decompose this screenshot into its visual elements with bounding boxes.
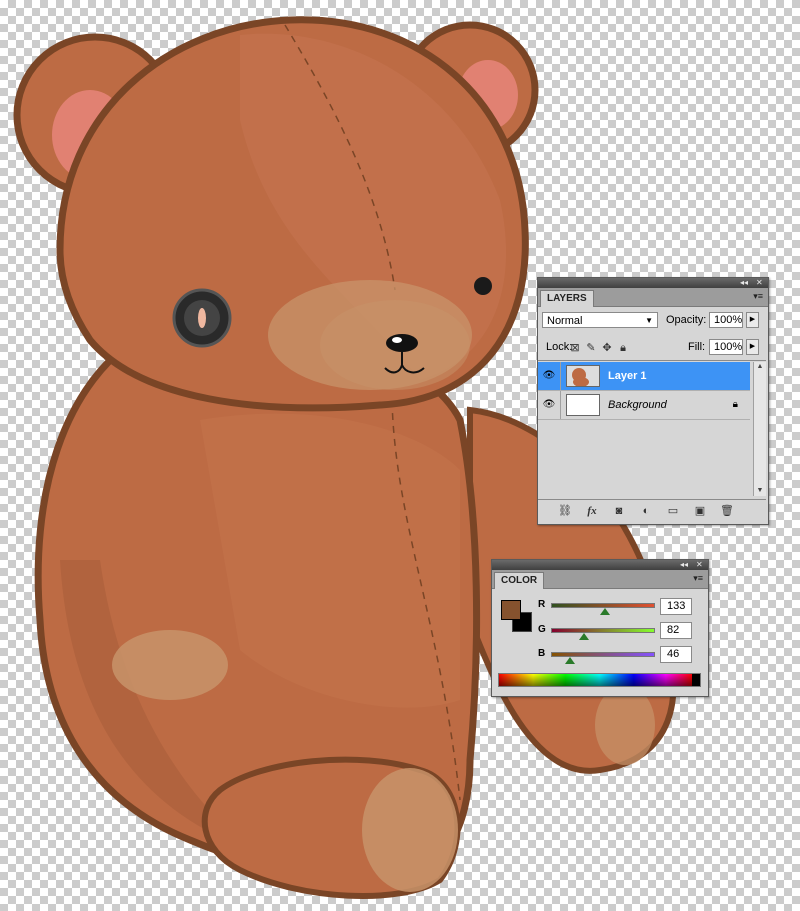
fill-input[interactable]: 100% [709, 339, 743, 355]
fx-icon[interactable]: fx [585, 505, 599, 518]
color-panel: ◂◂ ✕ COLOR ▾≡ R 133 G 82 B 46 [491, 559, 709, 697]
layers-panel: ◂◂ ✕ LAYERS ▾≡ Normal ▼ Opacity: 100% ▶ … [537, 277, 769, 525]
layers-tab-row: LAYERS ▾≡ [538, 288, 768, 307]
bear-nose [386, 334, 418, 352]
blend-mode-select[interactable]: Normal ▼ [542, 312, 658, 328]
opacity-label: Opacity: [666, 314, 707, 326]
scroll-up-icon[interactable]: ▲ [754, 362, 766, 372]
bear-foot-pad [362, 768, 458, 892]
lock-all-icon[interactable]: 🔒︎ [617, 342, 629, 354]
lock-transparent-icon[interactable]: ⊠ [569, 342, 581, 354]
tab-color[interactable]: COLOR [494, 572, 545, 589]
layer-name: Layer 1 [608, 370, 647, 382]
blue-value-input[interactable]: 46 [660, 646, 692, 663]
opacity-input[interactable]: 100% [709, 312, 743, 328]
lock-paint-icon[interactable]: ✎ [585, 342, 597, 354]
new-group-icon[interactable]: ▭ [666, 505, 680, 518]
layer-row-layer-1[interactable]: 👁︎ Layer 1 [538, 362, 750, 391]
adjustment-layer-icon[interactable]: ◐ [639, 505, 653, 518]
bear-left-paw [112, 630, 228, 700]
layers-panel-titlebar[interactable]: ◂◂ ✕ [538, 278, 768, 288]
lock-move-icon[interactable]: ✥ [601, 342, 613, 354]
layer-row-background[interactable]: 👁︎ Background 🔒︎ [538, 391, 750, 420]
layer-lock-icon: 🔒︎ [732, 399, 738, 410]
bear-right-eye [474, 277, 492, 295]
color-spectrum-ramp[interactable] [498, 673, 701, 687]
opacity-slider-button[interactable]: ▶ [746, 312, 759, 328]
visibility-eye-icon[interactable]: 👁︎ [538, 391, 561, 419]
green-slider[interactable] [551, 628, 655, 633]
color-panel-titlebar[interactable]: ◂◂ ✕ [492, 560, 708, 570]
layer-name: Background [608, 399, 667, 411]
layers-bottom-toolbar: ⛓︎ fx ◙ ◐ ▭ ▣ 🗑︎ [538, 499, 766, 524]
visibility-eye-icon[interactable]: 👁︎ [538, 362, 561, 390]
layer-thumbnail [566, 365, 600, 387]
tab-layers[interactable]: LAYERS [540, 290, 594, 307]
collapse-icon[interactable]: ◂◂ [680, 560, 688, 570]
blue-channel-label: B [538, 648, 546, 659]
bear-right-paw [595, 685, 655, 765]
scroll-down-icon[interactable]: ▼ [754, 486, 766, 496]
close-icon[interactable]: ✕ [696, 560, 703, 570]
blend-mode-value: Normal [547, 315, 583, 327]
red-slider-thumb[interactable] [600, 608, 611, 615]
layers-scrollbar[interactable]: ▲ ▼ [753, 362, 766, 496]
new-layer-icon[interactable]: ▣ [693, 505, 707, 518]
color-tab-row: COLOR ▾≡ [492, 570, 708, 589]
red-value-input[interactable]: 133 [660, 598, 692, 615]
foreground-color-swatch[interactable] [501, 600, 521, 620]
green-value-input[interactable]: 82 [660, 622, 692, 639]
blue-slider-thumb[interactable] [564, 657, 575, 664]
close-icon[interactable]: ✕ [756, 278, 763, 288]
lock-options: ⊠ ✎ ✥ 🔒︎ [569, 341, 629, 355]
fill-slider-button[interactable]: ▶ [746, 339, 759, 355]
add-mask-icon[interactable]: ◙ [612, 505, 626, 518]
layers-list: 👁︎ Layer 1 👁︎ Background 🔒︎ [538, 360, 766, 499]
layer-thumbnail [566, 394, 600, 416]
panel-menu-icon[interactable]: ▾≡ [753, 291, 763, 301]
red-channel-label: R [538, 599, 546, 610]
link-layers-icon[interactable]: ⛓︎ [558, 505, 572, 518]
fill-label: Fill: [688, 341, 706, 353]
green-slider-thumb[interactable] [579, 633, 590, 640]
collapse-icon[interactable]: ◂◂ [740, 278, 748, 288]
panel-menu-icon[interactable]: ▾≡ [693, 573, 703, 583]
trash-icon[interactable]: 🗑︎ [720, 505, 734, 518]
chevron-down-icon: ▼ [645, 316, 653, 325]
green-channel-label: G [538, 624, 546, 635]
layer-thumbnail-bear-icon [567, 366, 599, 387]
